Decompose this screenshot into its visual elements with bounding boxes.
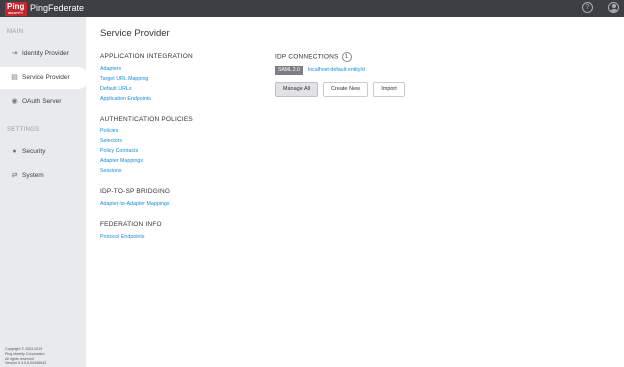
sidebar-section-main: MAIN: [7, 29, 24, 35]
link-policies[interactable]: Policies: [100, 128, 118, 134]
link-default-urls[interactable]: Default URLs: [100, 86, 132, 92]
create-new-button[interactable]: Create New: [323, 82, 368, 97]
oauth-icon: ◉: [11, 98, 18, 105]
link-sessions[interactable]: Sessions: [100, 168, 122, 174]
section-heading-idp-to-sp-bridging: IDP-TO-SP BRIDGING: [100, 188, 171, 195]
sidebar-item-label: OAuth Server: [22, 98, 62, 105]
section-heading-federation-info: FEDERATION INFO: [100, 221, 162, 228]
product-name: PingFederate: [30, 3, 85, 13]
sidebar-section-settings: SETTINGS: [7, 127, 40, 133]
copyright-text: Copyright © 2003-2019 Ping Identity Corp…: [5, 347, 47, 366]
link-selectors[interactable]: Selectors: [100, 138, 122, 144]
sidebar: MAIN ⇥ Identity Provider ▤ Service Provi…: [0, 17, 88, 367]
import-button[interactable]: Import: [373, 82, 405, 97]
sidebar-item-oauth-server[interactable]: ◉ OAuth Server: [0, 91, 86, 113]
top-bar: Ping IDENTITY PingFederate ?: [0, 0, 624, 17]
page-title: Service Provider: [100, 28, 170, 39]
sidebar-item-label: Service Provider: [22, 74, 70, 81]
section-heading-authentication-policies: AUTHENTICATION POLICIES: [100, 116, 193, 123]
sidebar-item-label: Identity Provider: [22, 50, 69, 57]
help-icon[interactable]: ?: [582, 2, 593, 13]
system-icon: ⇄: [11, 172, 18, 179]
sidebar-item-identity-provider[interactable]: ⇥ Identity Provider: [0, 43, 86, 65]
user-icon[interactable]: [608, 2, 619, 13]
sidebar-item-label: Security: [22, 148, 46, 155]
ping-logo[interactable]: Ping IDENTITY: [5, 2, 27, 16]
sidebar-item-service-provider[interactable]: ▤ Service Provider: [0, 67, 88, 89]
service-provider-icon: ▤: [11, 74, 18, 81]
logo-brand: Ping: [7, 2, 25, 11]
security-icon: ●: [12, 148, 17, 155]
logo-sub: IDENTITY: [8, 11, 24, 15]
section-heading-application-integration: APPLICATION INTEGRATION: [100, 53, 193, 60]
link-application-endpoints[interactable]: Application Endpoints: [100, 96, 151, 102]
identity-provider-icon: ⇥: [11, 50, 18, 57]
manage-all-button[interactable]: Manage All: [275, 82, 318, 97]
link-connection-entity-id[interactable]: localhost:default:entityId: [308, 67, 365, 73]
link-target-url-mapping[interactable]: Target URL Mapping: [100, 76, 148, 82]
link-protocol-endpoints[interactable]: Protocol Endpoints: [100, 234, 144, 240]
connection-count-badge: 1: [341, 52, 352, 62]
sidebar-item-system[interactable]: ⇄ System: [0, 165, 86, 187]
link-adapter-mappings[interactable]: Adapter Mappings: [100, 158, 143, 164]
link-adapter-to-adapter-mappings[interactable]: Adapter-to-Adapter Mappings: [100, 201, 170, 207]
sidebar-item-security[interactable]: ● Security: [0, 141, 86, 163]
protocol-tag: SAML 2.0: [275, 66, 303, 75]
link-policy-contracts[interactable]: Policy Contracts: [100, 148, 138, 154]
sidebar-item-label: System: [22, 172, 44, 179]
link-adapters[interactable]: Adapters: [100, 66, 121, 72]
section-heading-idp-connections: IDP CONNECTIONS 1: [275, 52, 352, 62]
